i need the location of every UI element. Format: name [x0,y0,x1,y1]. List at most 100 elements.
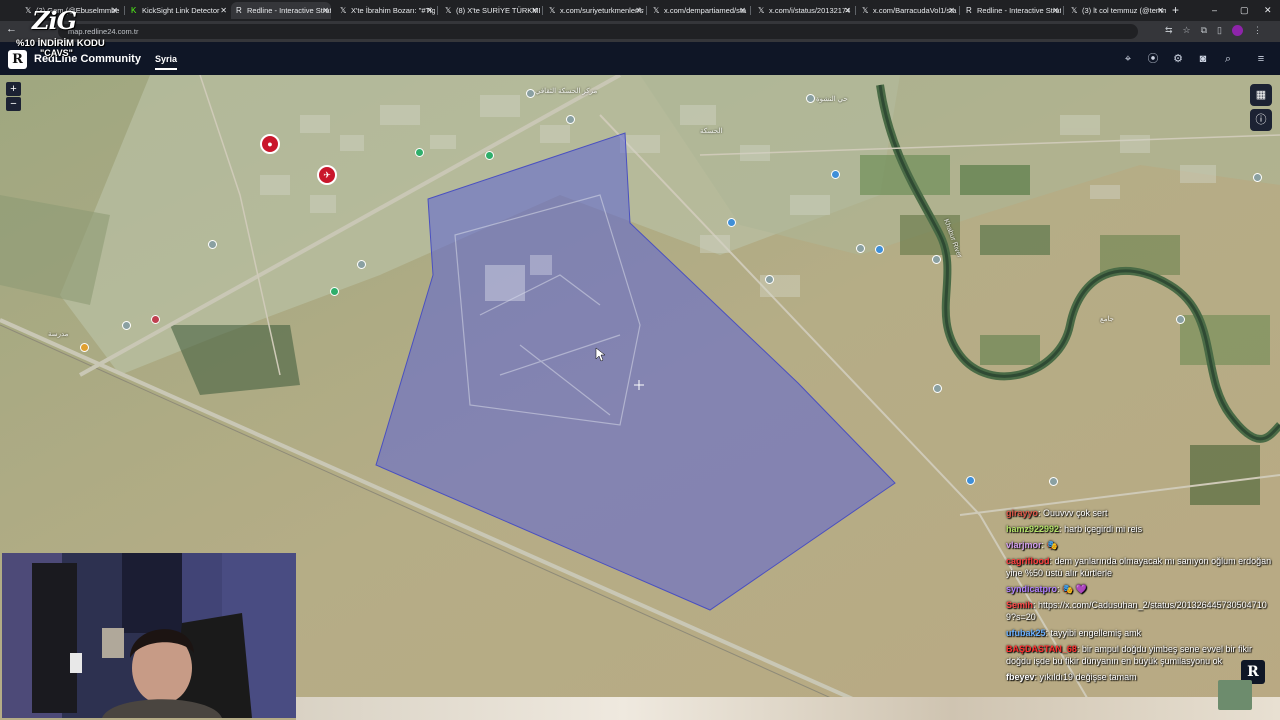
poi-marker[interactable] [856,244,865,253]
search-icon[interactable]: ⌕ [1221,52,1235,66]
tab-title: (3) lt col temmuz (@temm [1082,6,1166,15]
close-tab-icon[interactable]: ✕ [739,2,746,19]
translate-icon[interactable]: ⇆ [1165,25,1173,36]
menu-icon[interactable]: ≡ [1254,52,1268,66]
extension-icons: ⇆ ☆ ⧉ ▯ ⋮ [1165,25,1262,36]
poi-marker[interactable] [208,240,217,249]
streamer-webcam [2,553,296,718]
tab-syria[interactable]: Syria [155,51,178,70]
chat-username: cagriflood [1006,556,1050,566]
chat-username: hamz922992 [1006,524,1060,534]
poi-marker[interactable] [1049,477,1058,486]
poi-marker[interactable] [415,148,424,157]
poi-marker[interactable] [1176,315,1185,324]
chat-text: harb içegirdi mi reis [1064,524,1143,534]
poi-marker[interactable] [566,115,575,124]
poi-marker[interactable] [875,245,884,254]
chat-message: girayyo: Ouuvvv çok sert [1006,508,1108,518]
poi-marker[interactable] [966,476,975,485]
close-tab-icon[interactable]: ✕ [1157,2,1164,19]
poi-marker[interactable] [933,384,942,393]
new-tab-button[interactable]: + [1172,2,1179,19]
pin-icon[interactable]: ⦿ [1146,52,1160,66]
chat-text: https://x.com/Cadusuhan_2/status/2013264… [1006,600,1267,622]
browser-tab[interactable]: 𝕏x.com/suriyeturkmenler/sta ✕ [544,2,644,19]
chat-message: cagriflood: dem yanlarında olmayacak mı … [1006,556,1272,578]
extensions-icon[interactable]: ⧉ [1201,25,1207,36]
poi-marker[interactable] [80,343,89,352]
tag-icon[interactable]: ⌖ [1121,52,1135,66]
app-header: R RedLine Community Syria ⌖ ⦿ ⚙ ◙ ⌕ ≡ [0,42,1280,75]
address-bar[interactable]: map.redline24.com.tr [58,24,1138,39]
minimize-button[interactable]: – [1212,2,1217,19]
hospital-marker[interactable] [151,315,160,324]
stream-sponsor-logo: ZiG %10 İNDİRİM KODU "CAVS" [16,6,108,58]
x-logo-icon: 𝕏 [445,6,452,15]
poi-marker[interactable] [932,255,941,264]
camera-icon[interactable]: ◙ [1196,52,1210,66]
browser-toolbar: ← map.redline24.com.tr ⇆ ☆ ⧉ ▯ ⋮ [0,21,1280,42]
bookmark-star-icon[interactable]: ☆ [1183,25,1191,36]
close-tab-icon[interactable]: ✕ [635,2,642,19]
close-window-button[interactable]: ✕ [1264,2,1272,19]
browser-tab[interactable]: 𝕏 (3) lt col temmuz (@temm ✕ [1066,2,1166,19]
poi-marker[interactable] [765,275,774,284]
chat-text: yıkıldı19 değişse tamam [1039,672,1137,682]
chat-text: 🎭 [1046,540,1058,550]
info-icon[interactable]: ⓘ [1250,109,1272,131]
tab-title: X'te İbrahim Bozarı: "#Tig [351,6,435,15]
poi-marker[interactable] [1253,173,1262,182]
poi-marker[interactable] [526,89,535,98]
chat-username: BAŞDASTAN_68 [1006,644,1077,654]
x-logo-icon: 𝕏 [758,6,765,15]
poi-marker[interactable] [806,94,815,103]
close-tab-icon[interactable]: ✕ [322,2,329,19]
redline-logo-icon: R [966,6,972,15]
map-label: مركز الحسكة الثقافي [535,88,598,95]
close-tab-icon[interactable]: ✕ [844,2,851,19]
tab-title: Redline - Interactive Strat [247,6,331,15]
tab-title: x.com/i/status/20132174 [769,6,851,15]
maximize-button[interactable]: ▢ [1240,2,1249,19]
close-tab-icon[interactable]: ✕ [531,2,538,19]
browser-tab[interactable]: K KickSight Link Detector ✕ [126,2,229,19]
browser-tab[interactable]: 𝕏x.com/BarracudaVol1/sta ✕ [857,2,957,19]
tab-title: (8) X'te SURİYE TÜRKMEN [456,6,540,15]
tab-title: Redline - Interactive Strat [977,6,1061,15]
zoom-out-button[interactable]: − [6,97,21,111]
chat-message: syndicatpro: 🎭 💜 [1006,584,1087,594]
close-tab-icon[interactable]: ✕ [111,2,118,19]
browser-tab[interactable]: 𝕏 (8) X'te SURİYE TÜRKMEN ✕ [440,2,540,19]
close-tab-icon[interactable]: ✕ [426,2,433,19]
chat-username: Semih [1006,600,1034,610]
kick-logo-icon: K [131,6,137,15]
poi-marker[interactable] [727,218,736,227]
settings-icon[interactable]: ⚙ [1171,52,1185,66]
poi-marker[interactable] [831,170,840,179]
map-layers-icon[interactable]: ▦ [1250,84,1272,106]
poi-marker[interactable] [357,260,366,269]
tab-title: KickSight Link Detector [142,6,220,15]
alert-event-marker[interactable]: ✈ [317,165,337,185]
chat-username: syndicatpro [1006,584,1058,594]
browser-tab[interactable]: R Redline - Interactive Strat ✕ [961,2,1061,19]
map-label: مدرسة [48,331,69,338]
webcam-feed [2,553,296,718]
profile-avatar[interactable] [1232,25,1243,36]
close-tab-icon[interactable]: ✕ [948,2,955,19]
poi-marker[interactable] [122,321,131,330]
close-tab-icon[interactable]: ✕ [1052,2,1059,19]
discount-code: "CAVS" [40,48,73,58]
sidebar-icon[interactable]: ▯ [1217,25,1222,36]
zoom-in-button[interactable]: + [6,82,21,96]
browser-tab-active[interactable]: R Redline - Interactive Strat ✕ [231,2,331,19]
poi-marker[interactable] [485,151,494,160]
poi-marker[interactable] [330,287,339,296]
browser-tab[interactable]: 𝕏x.com/dempartiamed/sta ✕ [648,2,748,19]
browser-menu-icon[interactable]: ⋮ [1253,25,1262,36]
browser-tab[interactable]: 𝕏x.com/i/status/20132174 ✕ [753,2,853,19]
military-event-marker[interactable]: ● [260,134,280,154]
browser-tab[interactable]: 𝕏 X'te İbrahim Bozarı: "#Tig ✕ [335,2,435,19]
tab-title: x.com/suriyeturkmenler/sta [560,6,644,15]
close-tab-icon[interactable]: ✕ [220,2,227,19]
